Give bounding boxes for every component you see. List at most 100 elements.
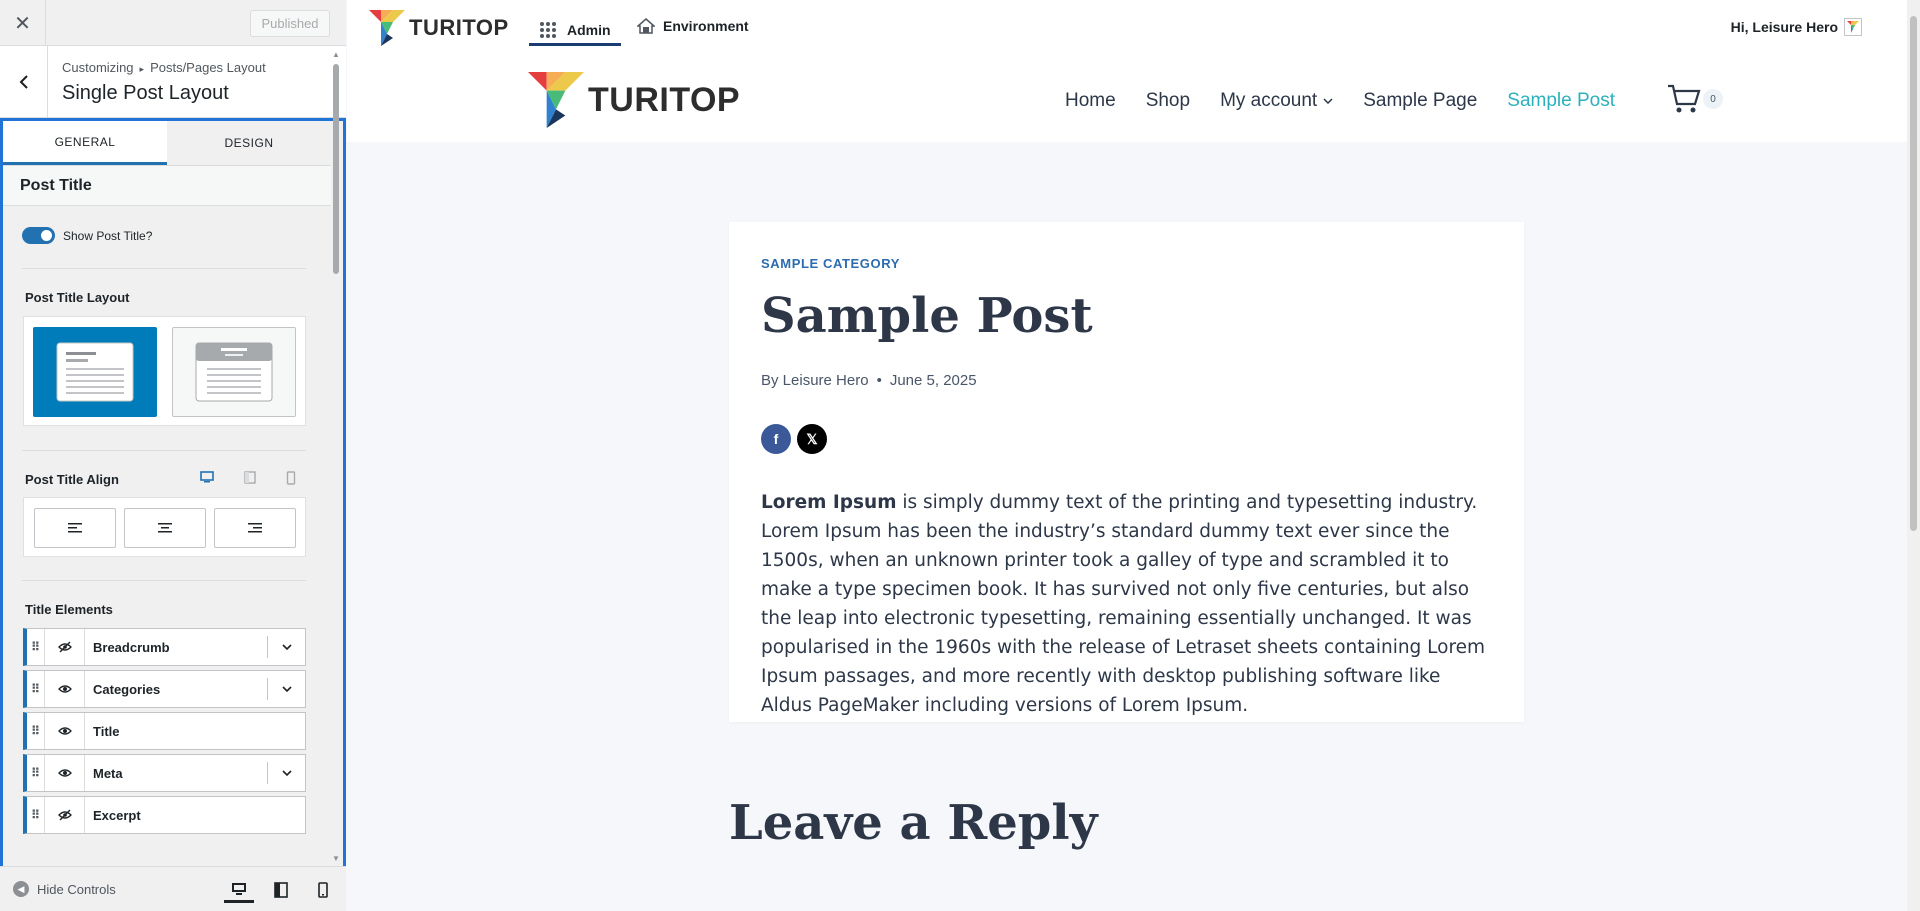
site-logo[interactable]: TURITOP [528,68,740,132]
element-row-excerpt[interactable]: ⠿ Excerpt [23,796,306,834]
element-row-categories[interactable]: ⠿ Categories [23,670,306,708]
post-date: June 5, 2025 [889,372,977,389]
breadcrumb-separator-icon: ▸ [139,64,145,74]
cart-icon [1668,84,1701,113]
layout-above-option[interactable] [172,327,296,417]
chevron-down-icon[interactable] [267,678,305,700]
tab-design[interactable]: Design [167,121,331,165]
back-icon[interactable] [0,46,48,118]
avatar [1844,18,1862,36]
cart-button[interactable]: 0 [1667,84,1723,114]
chevron-down-icon[interactable] [267,636,305,658]
nav-home[interactable]: Home [1065,90,1116,112]
align-left-icon [68,523,82,533]
drag-handle-icon[interactable]: ⠿ [27,713,45,749]
toolbar-logo[interactable]: TURITOP [369,8,509,48]
publish-button[interactable]: Published [250,10,330,37]
post-meta: By Leisure Hero • June 5, 2025 [761,372,977,389]
layout-normal-icon [56,342,134,402]
element-row-meta[interactable]: ⠿ Meta [23,754,306,792]
collapse-icon: ◀ [13,881,29,897]
customizer-footer: ◀ Hide Controls [0,866,346,911]
scroll-up-icon[interactable]: ▲ [332,50,340,59]
main-navigation: Home Shop My account Sample Page Sample … [1065,90,1615,112]
chevron-down-icon[interactable] [267,762,305,784]
preview-scrollbar[interactable] [1907,0,1920,911]
breadcrumb-parent: Posts/Pages Layout [150,60,266,75]
environment-icon [637,18,655,34]
post-content-bold: Lorem Ipsum [761,492,897,513]
toolbar-greeting: Hi, Leisure Hero [1730,19,1838,35]
tablet-icon[interactable] [244,471,256,484]
nav-my-account[interactable]: My account [1220,90,1333,112]
nav-sample-page[interactable]: Sample Page [1363,90,1477,112]
layout-normal-option[interactable] [33,327,157,417]
toolbar-environment-button[interactable]: Environment [637,18,749,34]
drag-handle-icon[interactable]: ⠿ [27,755,45,791]
layout-label: Post Title Layout [25,290,130,305]
preview-desktop-button[interactable] [224,877,254,903]
nav-shop[interactable]: Shop [1146,90,1190,112]
site-preview: TURITOP Admin Environment Hi, Leisure He… [347,0,1920,911]
facebook-icon[interactable]: f [761,424,791,454]
align-right-button[interactable] [214,508,296,548]
toolbar-admin-button[interactable]: Admin [529,16,621,46]
drag-handle-icon[interactable]: ⠿ [27,671,45,707]
turitop-logo-icon [369,10,405,46]
element-row-title[interactable]: ⠿ Title [23,712,306,750]
reply-heading: Leave a Reply [729,795,1098,851]
customizer-header: ✕ Published [0,0,346,46]
section-title: Single Post Layout [62,82,229,104]
toolbar-environment-label: Environment [663,18,749,34]
section-header: Customizing ▸ Posts/Pages Layout Single Po… [0,46,346,118]
scroll-down-icon[interactable]: ▼ [332,854,340,863]
turitop-logo-icon [528,72,584,128]
admin-toolbar: TURITOP Admin Environment Hi, Leisure He… [347,0,1907,56]
post-author[interactable]: By Leisure Hero [761,372,869,389]
customizer-sidebar: ✕ Published Customizing ▸ Posts/Pages Layo… [0,0,346,911]
post-category-link[interactable]: SAMPLE CATEGORY [761,256,900,271]
close-icon[interactable]: ✕ [0,0,46,46]
element-name: Title [93,723,120,739]
toolbar-account[interactable]: Hi, Leisure Hero [1731,18,1862,36]
apps-grid-icon [540,21,556,38]
mobile-icon [318,882,328,898]
share-buttons: f 𝕏 [761,424,827,454]
site-logo-text: TURITOP [588,80,741,119]
drag-handle-icon[interactable]: ⠿ [27,797,45,833]
element-row-breadcrumb[interactable]: ⠿ Breadcrumb [23,628,306,666]
sidebar-scrollbar[interactable] [333,64,339,274]
tablet-icon [274,882,288,898]
toolbar-admin-label: Admin [567,21,611,38]
hide-controls-button[interactable]: ◀ Hide Controls [13,881,116,897]
align-device-switcher [200,471,296,485]
eye-icon[interactable] [45,671,85,707]
eye-icon[interactable] [45,713,85,749]
tab-general[interactable]: General [3,121,167,165]
eye-icon[interactable] [45,755,85,791]
hidden-eye-icon[interactable] [45,629,85,665]
drag-handle-icon[interactable]: ⠿ [27,629,45,665]
desktop-icon [232,882,246,895]
align-right-icon [248,523,262,533]
desktop-icon[interactable] [200,471,214,483]
element-name: Breadcrumb [93,639,170,655]
preview-mobile-button[interactable] [308,877,338,903]
mobile-icon[interactable] [286,471,296,485]
group-title: Post Title [3,166,331,206]
hidden-eye-icon[interactable] [45,797,85,833]
layout-above-icon [195,342,273,402]
align-center-button[interactable] [124,508,206,548]
preview-tablet-button[interactable] [266,877,296,903]
hide-controls-label: Hide Controls [37,881,116,897]
x-twitter-icon[interactable]: 𝕏 [797,424,827,454]
breadcrumb-root: Customizing [62,60,134,75]
align-left-button[interactable] [34,508,116,548]
show-title-toggle[interactable] [22,227,55,244]
breadcrumb: Customizing ▸ Posts/Pages Layout [62,60,266,75]
element-name: Excerpt [93,807,141,823]
nav-sample-post[interactable]: Sample Post [1507,90,1615,112]
align-label: Post Title Align [25,472,119,487]
post-article: SAMPLE CATEGORY Sample Post By Leisure H… [729,222,1524,722]
site-header: TURITOP Home Shop My account Sample Page… [347,56,1907,142]
